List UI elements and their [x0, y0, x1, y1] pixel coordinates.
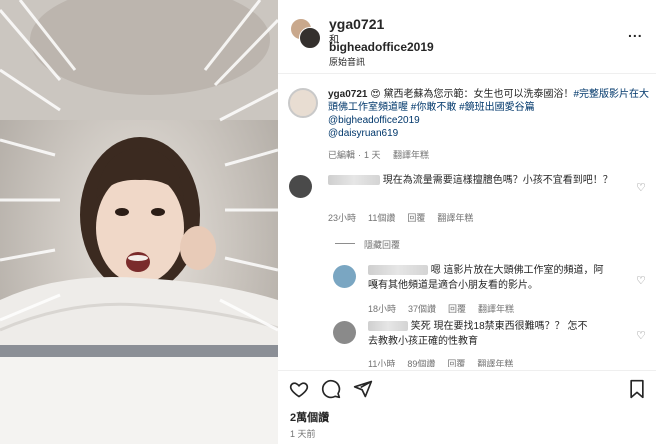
heart-icon[interactable]: ♡ — [636, 181, 646, 194]
avatar[interactable] — [289, 175, 312, 198]
caption: yga0721 😍 黛西老蘇為您示範：女生也可以洗泰國浴！#完整版影片在大頭佛工… — [328, 88, 650, 140]
post-date[interactable]: 1 天前 — [290, 427, 316, 440]
reply-likes[interactable]: 89個讚 — [407, 359, 435, 367]
avatar[interactable] — [333, 321, 356, 344]
blurred-username — [368, 321, 408, 332]
collab-avatars[interactable] — [290, 18, 321, 49]
reply-text: 笑死 現在要找18禁東西很難嗎？？ 怎不 去教教小孩正確的性教育 — [368, 319, 638, 349]
separator: · — [358, 150, 362, 160]
hide-replies-button[interactable]: 隱藏回覆 — [364, 238, 400, 251]
more-options-button[interactable]: ... — [628, 24, 643, 40]
share-icon[interactable] — [353, 379, 373, 399]
collab-username[interactable]: bigheadoffice2019 — [329, 40, 434, 54]
translate-link[interactable]: 翻譯年糕 — [437, 213, 473, 223]
mention-link[interactable]: @daisyruan619 — [328, 128, 398, 139]
bookmark-icon[interactable] — [628, 379, 646, 399]
comment-time[interactable]: 23小時 — [328, 213, 356, 223]
blurred-username — [328, 175, 380, 186]
divider — [335, 243, 355, 244]
emoji: 😍 — [370, 89, 381, 100]
avatar[interactable] — [288, 88, 318, 118]
reply-meta: 11小時 89個讚 回覆 翻譯年糕 — [368, 357, 525, 367]
comment-icon[interactable] — [321, 379, 341, 399]
reply-body: 笑死 現在要找18禁東西很難嗎？？ 怎不 — [410, 321, 588, 332]
hashtag-link[interactable]: #你敢不敢 — [411, 102, 457, 113]
post-header: yga0721 和 bigheadoffice2019 原始音訊 ... — [278, 0, 656, 74]
translate-link[interactable]: 翻譯年糕 — [478, 304, 514, 314]
comment-text: 現在為流量需要這樣擅膻色嗎？小孩不宜看到吧！？ — [328, 173, 628, 188]
reply-body: 去教教小孩正確的性教育 — [368, 336, 478, 347]
edited-label: 已編輯 — [328, 150, 356, 160]
audio-label[interactable]: 原始音訊 — [329, 55, 365, 68]
heart-icon[interactable] — [289, 379, 309, 399]
reply-button[interactable]: 回覆 — [447, 359, 465, 367]
avatar[interactable] — [333, 265, 356, 288]
translate-link[interactable]: 翻譯年糕 — [477, 359, 513, 367]
translate-link[interactable]: 翻譯年糕 — [393, 150, 429, 160]
like-count[interactable]: 2萬個讚 — [290, 409, 329, 425]
action-bar: 2萬個讚 1 天前 — [278, 370, 656, 444]
author-username[interactable]: yga0721 — [329, 16, 384, 32]
hashtag-link[interactable]: #鏡班出國愛谷篇 — [459, 102, 535, 113]
caption-username[interactable]: yga0721 — [328, 89, 367, 100]
reply-time[interactable]: 11小時 — [368, 359, 395, 367]
reply-meta: 18小時 37個讚 回覆 翻譯年糕 — [368, 302, 526, 315]
video-frame — [0, 0, 278, 444]
caption-meta: 已編輯 · 1 天 翻譯年糕 — [328, 148, 439, 161]
reply-button[interactable]: 回覆 — [407, 213, 425, 223]
heart-icon[interactable]: ♡ — [636, 274, 646, 287]
blurred-username — [368, 265, 428, 276]
comment-meta: 23小時 11個讚 回覆 翻譯年糕 — [328, 211, 485, 224]
post-video[interactable] — [0, 0, 278, 444]
comment-body: 現在為流量需要這樣擅膻色嗎？小孩不宜看到吧！？ — [382, 175, 613, 186]
reply-button[interactable]: 回覆 — [448, 304, 466, 314]
reply-text: 嗯 這影片放在大頭佛工作室的頻道，阿 嘎有其他頻道是適合小朋友看的影片。 — [368, 263, 633, 293]
reply-body: 嘎有其他頻道是適合小朋友看的影片。 — [368, 280, 538, 291]
reply-time[interactable]: 18小時 — [368, 304, 396, 314]
heart-icon[interactable]: ♡ — [636, 329, 646, 342]
caption-text: 黛西老蘇為您示範：女生也可以洗泰國浴！ — [383, 89, 574, 100]
reply-likes[interactable]: 37個讚 — [408, 304, 436, 314]
timestamp[interactable]: 1 天 — [364, 150, 381, 160]
post-panel: yga0721 和 bigheadoffice2019 原始音訊 ... yga… — [278, 0, 656, 444]
avatar[interactable] — [299, 27, 321, 49]
reply-body: 嗯 這影片放在大頭佛工作室的頻道，阿 — [430, 265, 604, 276]
mention-link[interactable]: @bigheadoffice2019 — [328, 115, 420, 126]
comment-likes[interactable]: 11個讚 — [368, 213, 395, 223]
